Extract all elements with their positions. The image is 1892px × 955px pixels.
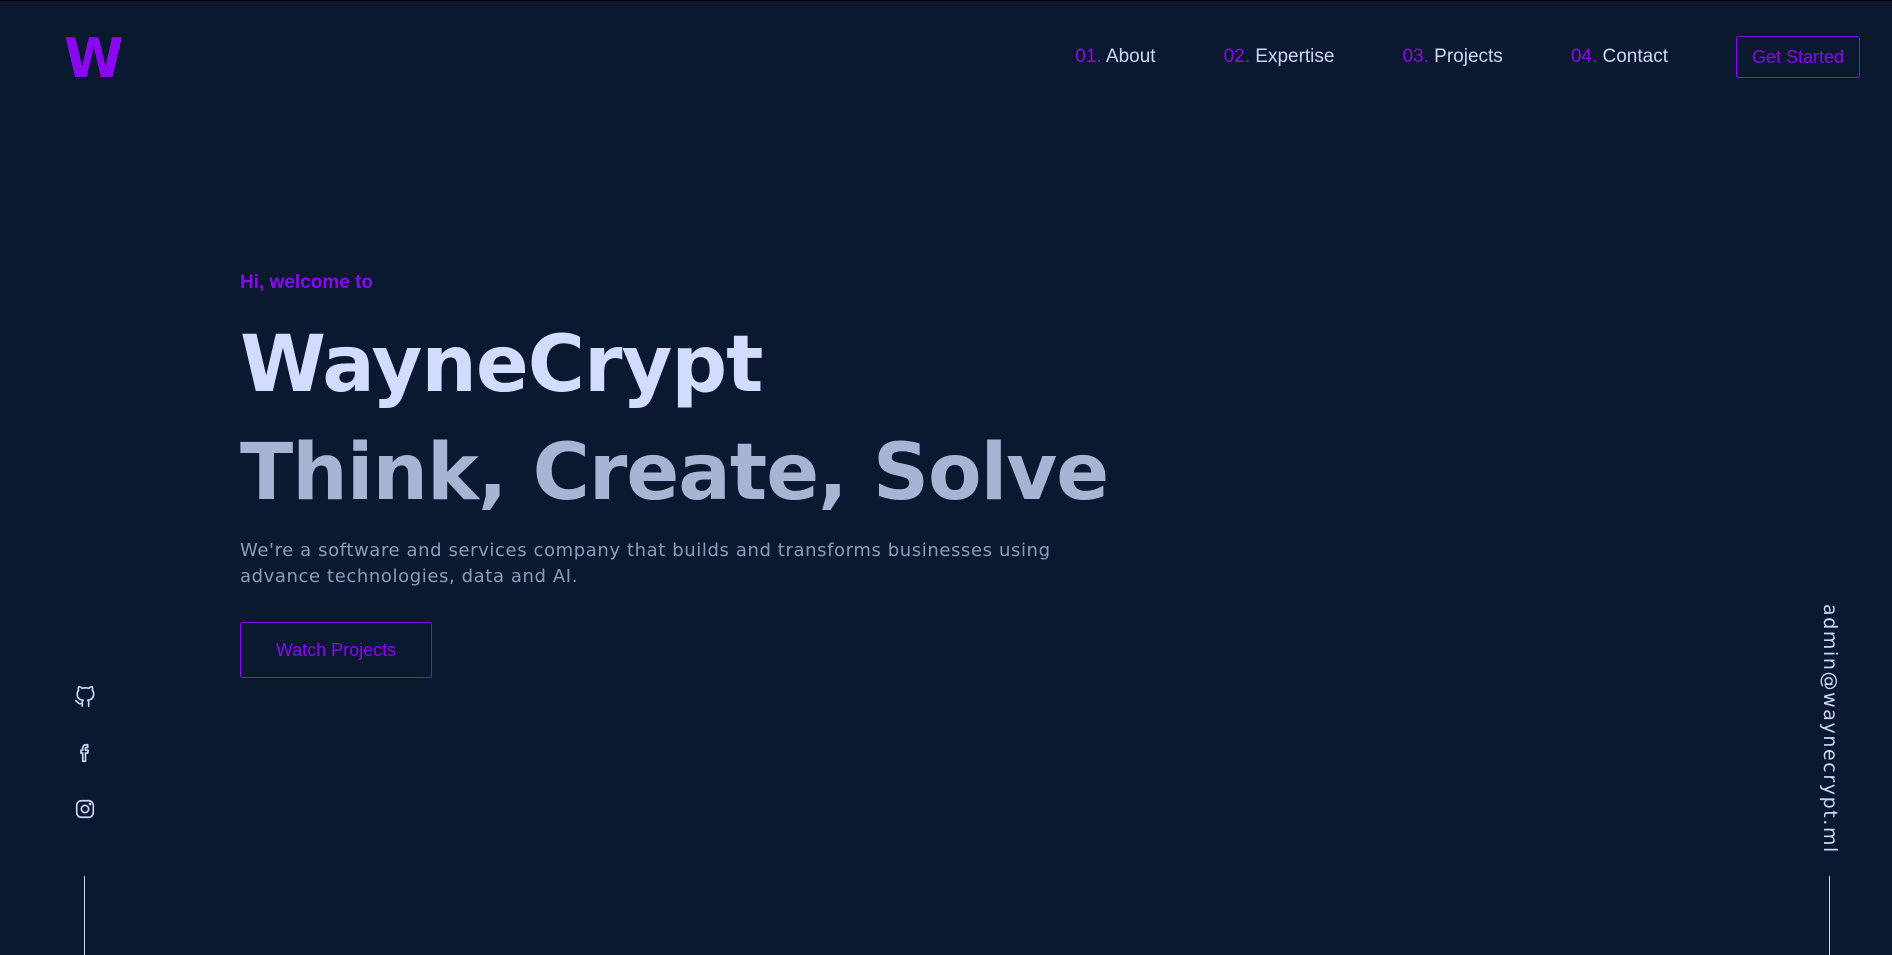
- get-started-button[interactable]: Get Started: [1736, 36, 1860, 78]
- nav-item-label: Projects: [1434, 46, 1503, 67]
- nav-item-projects[interactable]: 03. Projects: [1402, 46, 1502, 68]
- left-vertical-line: [84, 876, 85, 955]
- hero-description: We're a software and services company th…: [240, 540, 1051, 587]
- nav-item-label: About: [1105, 46, 1156, 67]
- instagram-icon: [75, 799, 95, 819]
- hero-section: Hi, welcome to WayneCrypt Think, Create,…: [240, 272, 1109, 678]
- logo[interactable]: W: [64, 30, 124, 88]
- right-vertical-line: [1829, 876, 1830, 955]
- nav-item-number: 01.: [1075, 46, 1102, 67]
- email-link[interactable]: admin@waynecrypt.ml: [1819, 604, 1841, 854]
- nav-item-expertise[interactable]: 02. Expertise: [1224, 46, 1335, 68]
- nav-item-number: 02.: [1223, 46, 1250, 67]
- nav-item-number: 03.: [1402, 46, 1429, 67]
- watch-projects-button[interactable]: Watch Projects: [240, 622, 432, 678]
- hero-greeting: Hi, welcome to: [240, 272, 374, 293]
- github-link[interactable]: [72, 684, 98, 710]
- top-border: [0, 0, 1892, 1]
- facebook-link[interactable]: [72, 740, 98, 766]
- nav-item-label: Expertise: [1255, 46, 1335, 67]
- hero-title: WayneCrypt: [240, 320, 763, 410]
- nav-item-label: Contact: [1602, 46, 1668, 67]
- nav-item-number: 04.: [1570, 46, 1598, 67]
- main-nav: 01. About 02. Expertise 03. Projects 04.…: [1075, 36, 1860, 78]
- instagram-link[interactable]: [72, 796, 98, 822]
- facebook-icon: [80, 743, 90, 763]
- hero-subtitle: Think, Create, Solve: [240, 428, 1109, 518]
- nav-item-about[interactable]: 01. About: [1075, 46, 1155, 68]
- nav-item-contact[interactable]: 04. Contact: [1571, 46, 1668, 68]
- social-links: [72, 684, 98, 852]
- github-icon: [75, 686, 95, 707]
